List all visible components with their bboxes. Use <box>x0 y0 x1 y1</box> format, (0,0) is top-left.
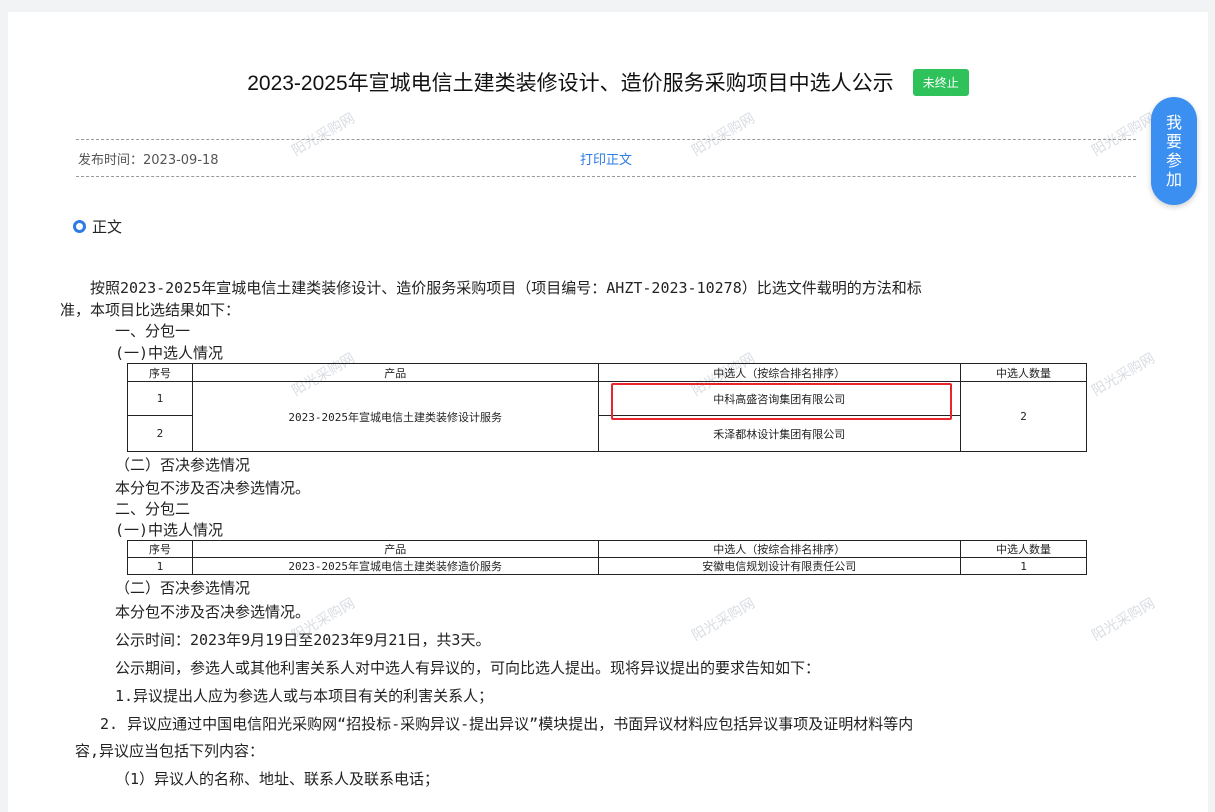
subheading: (一)中选人情况 <box>115 344 224 362</box>
heading: 一、分包一 <box>115 322 191 340</box>
join-button[interactable]: 我 要 参 加 <box>1151 97 1197 205</box>
announcement-page: 阳光采购网 阳光采购网 阳光采购网 阳光采购网 阳光采购网 阳光采购网 阳光采购… <box>8 12 1208 812</box>
paragraph: 按照2023-2025年宣城电信土建类装修设计、造价服务采购项目（项目编号：AH… <box>90 279 922 297</box>
section-heading: 正文 <box>73 216 122 237</box>
table-cell: 2023-2025年宣城电信土建类装修造价服务 <box>191 557 599 575</box>
watermark: 阳光采购网 <box>1089 350 1158 400</box>
divider <box>76 176 1136 177</box>
join-char: 加 <box>1165 170 1182 189</box>
paragraph: 公示期间，参选人或其他利害关系人对中选人有异议的，可向比选人提出。现将异议提出的… <box>115 659 821 677</box>
watermark: 阳光采购网 <box>1089 595 1158 645</box>
paragraph: （1）异议人的名称、地址、联系人及联系电话； <box>115 770 440 788</box>
paragraph: 公示时间：2023年9月19日至2023年9月21日，共3天。 <box>115 631 491 649</box>
table-cell: 2 <box>960 381 1087 452</box>
table-cell: 1 <box>127 557 193 575</box>
paragraph: 2. 异议应通过中国电信阳光采购网“招投标-采购异议-提出异议”模块提出，书面异… <box>100 715 914 733</box>
subheading: （二）否决参选情况 <box>115 456 251 474</box>
highlight-box <box>611 383 952 420</box>
table-header: 序号 <box>127 363 193 382</box>
table-cell: 1 <box>960 557 1087 575</box>
watermark: 阳光采购网 <box>289 110 358 160</box>
join-char: 参 <box>1165 151 1182 170</box>
section-label: 正文 <box>92 218 123 236</box>
join-char: 我 <box>1165 113 1182 132</box>
print-link[interactable]: 打印正文 <box>580 149 632 168</box>
subheading: (一)中选人情况 <box>115 521 224 539</box>
table-cell: 1 <box>127 381 193 416</box>
paragraph: 本分包不涉及否决参选情况。 <box>115 479 311 497</box>
paragraph: 容,异议应当包括下列内容： <box>75 742 265 760</box>
title-row: 2023-2025年宣城电信土建类装修设计、造价服务采购项目中选人公示 未终止 <box>8 67 1208 97</box>
table-header: 中选人（按综合排名排序） <box>597 540 962 558</box>
table-row: 1 2023-2025年宣城电信土建类装修造价服务 安徽电信规划设计有限责任公司… <box>127 557 1087 575</box>
status-badge: 未终止 <box>912 69 969 96</box>
paragraph: 本分包不涉及否决参选情况。 <box>115 603 311 621</box>
table-header: 序号 <box>127 540 193 558</box>
paragraph: 1.异议提出人应为参选人或与本项目有关的利害关系人； <box>115 687 494 705</box>
publish-time: 发布时间：2023-09-18 <box>78 153 219 168</box>
table-cell: 禾泽都林设计集团有限公司 <box>597 415 962 452</box>
table-header: 中选人数量 <box>960 363 1087 382</box>
page-title: 2023-2025年宣城电信土建类装修设计、造价服务采购项目中选人公示 <box>247 72 894 95</box>
table-header: 中选人数量 <box>960 540 1087 558</box>
table-header: 中选人（按综合排名排序） <box>597 363 962 382</box>
heading: 二、分包二 <box>115 500 191 518</box>
watermark: 阳光采购网 <box>1089 110 1158 160</box>
subheading: （二）否决参选情况 <box>115 579 251 597</box>
join-char: 要 <box>1165 132 1182 151</box>
table-header: 产品 <box>191 540 599 558</box>
watermark: 阳光采购网 <box>689 595 758 645</box>
table-header: 产品 <box>191 363 599 382</box>
circle-icon <box>73 220 86 233</box>
table-cell: 2 <box>127 415 193 452</box>
divider <box>76 139 1136 140</box>
paragraph: 准，本项目比选结果如下： <box>60 301 241 319</box>
watermark: 阳光采购网 <box>689 110 758 160</box>
winner-table-2: 序号 产品 中选人（按综合排名排序） 中选人数量 1 2023-2025年宣城电… <box>127 540 1087 575</box>
table-cell: 安徽电信规划设计有限责任公司 <box>597 557 962 575</box>
table-cell: 2023-2025年宣城电信土建类装修设计服务 <box>191 381 599 452</box>
